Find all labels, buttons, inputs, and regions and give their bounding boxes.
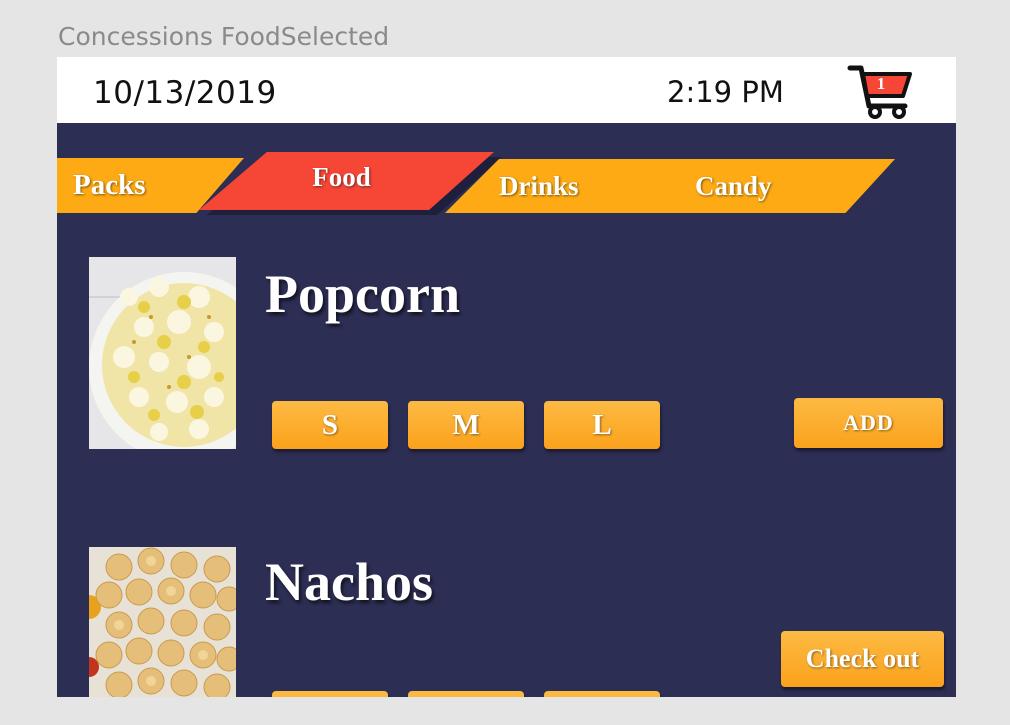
tab-drinks[interactable]: Drinks: [499, 170, 579, 202]
add-popcorn-button[interactable]: ADD: [794, 398, 943, 448]
nachos-size-medium-button[interactable]: [408, 691, 524, 697]
nachos-photo-icon: [89, 547, 236, 697]
popcorn-image: [89, 257, 236, 449]
cart-button[interactable]: 1: [847, 60, 913, 120]
nachos-size-small-button[interactable]: [272, 691, 388, 697]
tab-drinks-label: Drinks: [499, 170, 579, 201]
tab-candy[interactable]: Candy: [695, 170, 772, 202]
tab-packs-label: Packs: [73, 169, 146, 201]
time-display: 2:19 PM: [667, 75, 784, 109]
artboard-title: Concessions FoodSelected: [58, 22, 390, 51]
tab-candy-label: Candy: [695, 170, 772, 201]
item-name-nachos: Nachos: [265, 552, 434, 612]
cart-count-badge: 1: [876, 74, 886, 93]
status-bar: 10/13/2019 2:19 PM 1: [57, 57, 956, 123]
size-small-button[interactable]: S: [272, 401, 388, 449]
date-display: 10/13/2019: [93, 75, 277, 111]
nachos-image: [89, 547, 236, 697]
nachos-size-large-button[interactable]: [544, 691, 660, 697]
popcorn-photo-icon: [89, 257, 236, 449]
tab-food-label: Food: [312, 162, 371, 192]
size-medium-button[interactable]: M: [408, 401, 524, 449]
app-screen: 10/13/2019 2:19 PM 1 Packs Food Drinks C…: [57, 57, 956, 697]
item-name-popcorn: Popcorn: [265, 264, 460, 324]
size-large-button[interactable]: L: [544, 401, 660, 449]
checkout-button[interactable]: Check out: [781, 631, 944, 687]
